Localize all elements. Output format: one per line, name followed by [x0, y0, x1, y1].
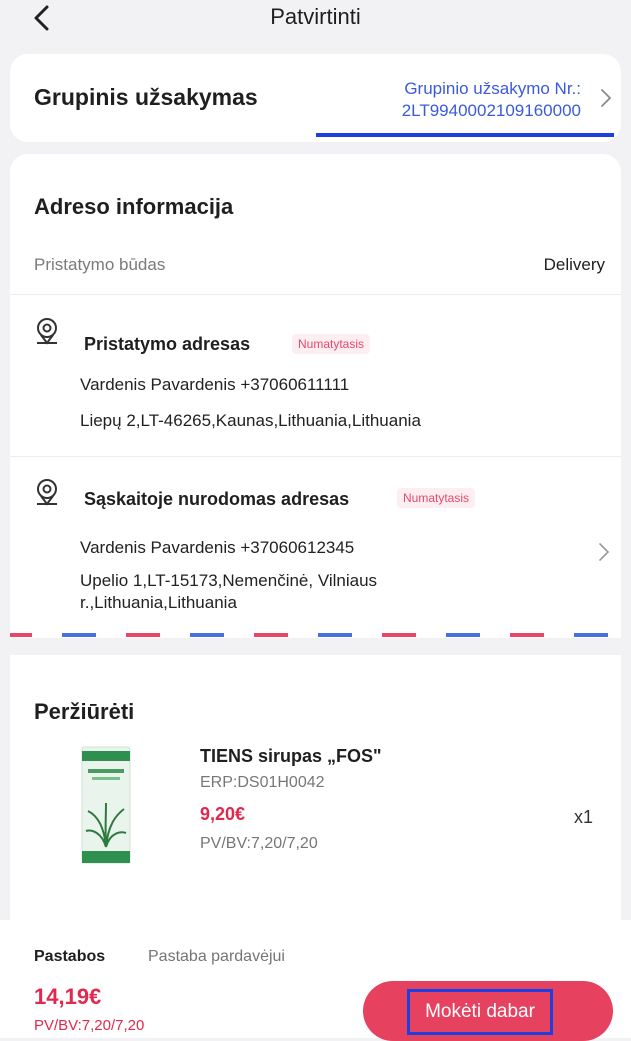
envelope-border [10, 633, 608, 637]
total-pv-bv: PV/BV:7,20/7,20 [34, 1017, 145, 1034]
review-card: Peržiūrėti TIENS sirupas „FOS" ERP:DS01H… [10, 655, 621, 955]
group-order-number-value: 2LT9940002109160000 [401, 101, 581, 120]
default-badge: Numatytasis [292, 334, 371, 354]
divider [10, 294, 621, 295]
product-price: 9,20€ [200, 804, 246, 824]
group-order-card[interactable]: Grupinis užsakymas Grupinio užsakymo Nr.… [10, 54, 621, 142]
pay-now-button[interactable]: Mokėti dabar [363, 981, 613, 1041]
product-code: ERP:DS01H0042 [200, 774, 325, 791]
delivery-method-label: Pristatymo būdas [34, 255, 166, 274]
group-order-label: Grupinis užsakymas [34, 84, 258, 110]
pay-now-label: Mokėti dabar [407, 989, 553, 1035]
chevron-right-icon[interactable] [598, 542, 610, 562]
notes-label: Pastabos [34, 948, 106, 965]
map-pin-icon [37, 318, 57, 345]
page-title: Patvirtinti [270, 4, 361, 29]
top-bar: Patvirtinti [0, 0, 631, 46]
divider [10, 456, 621, 457]
delivery-method-value[interactable]: Delivery [544, 255, 605, 275]
product-quantity: x1 [573, 807, 593, 827]
shipping-address-title: Pristatymo adresas [84, 334, 251, 354]
product-pv-bv: PV/BV:7,20/7,20 [200, 835, 318, 852]
group-order-number[interactable]: Grupinio užsakymo Nr.: 2LT99400021091600… [402, 78, 581, 122]
map-pin-icon [37, 479, 57, 506]
review-title: Peržiūrėti [34, 699, 135, 724]
group-order-number-label: Grupinio užsakymo Nr.: [404, 79, 581, 98]
product-name[interactable]: TIENS sirupas „FOS" [200, 746, 382, 767]
shipping-address: Liepų 2,LT-46265,Kaunas,Lithuania,Lithua… [80, 411, 421, 430]
billing-address-title: Sąskaitoje nurodomas adresas [84, 489, 350, 509]
default-badge: Numatytasis [397, 488, 476, 508]
order-number-underline [316, 133, 614, 137]
shipping-contact: Vardenis Pavardenis +37060611111 [80, 375, 350, 394]
address-info-title: Adreso informacija [34, 194, 234, 219]
chevron-right-icon[interactable] [600, 88, 612, 108]
billing-address: Upelio 1,LT-15173,Nemenčinė, Vilniaus r.… [80, 571, 378, 612]
bottom-bar: Pastabos 14,19€ PV/BV:7,20/7,20 Mokėti d… [0, 920, 631, 1041]
address-info-card: Adreso informacija Pristatymo būdas Deli… [10, 154, 621, 638]
total-price: 14,19€ [34, 984, 102, 1009]
notes-input[interactable] [148, 948, 448, 966]
product-image[interactable] [78, 745, 134, 865]
billing-contact: Vardenis Pavardenis +37060612345 [80, 538, 355, 557]
